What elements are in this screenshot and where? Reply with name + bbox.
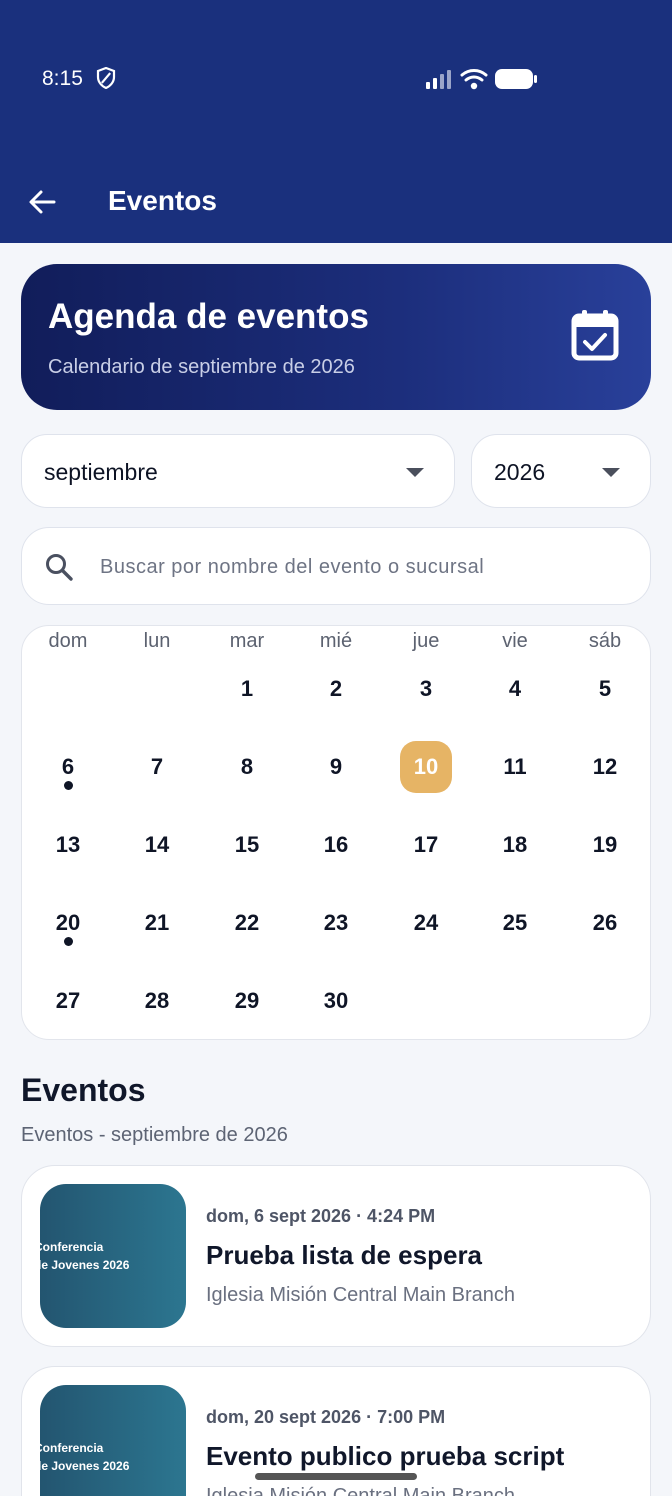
weekday-header: sáb <box>588 630 622 652</box>
calendar-day[interactable]: 2 <box>310 663 362 715</box>
banner-title: Agenda de eventos <box>48 297 369 336</box>
battery-icon <box>495 69 537 89</box>
weekday-header: lun <box>143 630 171 652</box>
event-card[interactable]: Conferencia de Jovenes 2026 dom, 6 sept … <box>21 1165 651 1347</box>
calendar-day[interactable]: 11 <box>489 741 541 793</box>
calendar-day[interactable]: 28 <box>131 975 183 1027</box>
weekday-header: dom <box>48 630 88 652</box>
search-icon <box>46 554 73 581</box>
calendar-day[interactable]: 22 <box>221 897 273 949</box>
thumbnail-text-line: de Jovenes 2026 <box>40 1258 130 1272</box>
calendar-day[interactable]: 16 <box>310 819 362 871</box>
calendar-day[interactable]: 30 <box>310 975 362 1027</box>
home-indicator[interactable] <box>255 1473 417 1480</box>
events-agenda-banner: Agenda de eventos Calendario de septiemb… <box>21 264 651 410</box>
calendar-day[interactable]: 5 <box>579 663 631 715</box>
event-thumbnail: Conferencia de Jovenes 2026 <box>40 1385 186 1496</box>
thumbnail-text-line: de Jovenes 2026 <box>40 1459 130 1473</box>
month-select-value: septiembre <box>44 459 158 485</box>
event-thumbnail: Conferencia de Jovenes 2026 <box>40 1184 186 1328</box>
weekday-header: mar <box>229 630 265 652</box>
calendar-day[interactable]: 7 <box>131 741 183 793</box>
calendar-day[interactable]: 29 <box>221 975 273 1027</box>
thumbnail-text-line: Conferencia <box>40 1240 104 1254</box>
calendar-day[interactable]: 25 <box>489 897 541 949</box>
events-section-subtitle: Eventos - septiembre de 2026 <box>21 1124 288 1146</box>
calendar-day[interactable]: 4 <box>489 663 541 715</box>
wifi-icon <box>460 69 488 90</box>
event-place: Iglesia Misión Central Main Branch <box>206 1485 516 1496</box>
calendar-day[interactable]: 17 <box>400 819 452 871</box>
search-input[interactable] <box>100 548 620 586</box>
signal-icon <box>426 70 451 89</box>
calendar-day[interactable]: 18 <box>489 819 541 871</box>
events-section-title: Eventos <box>21 1072 146 1108</box>
calendar-day[interactable]: 26 <box>579 897 631 949</box>
event-place: Iglesia Misión Central Main Branch <box>206 1284 516 1306</box>
calendar-day[interactable]: 15 <box>221 819 273 871</box>
dropdown-arrow-icon <box>602 468 620 477</box>
weekday-header: mié <box>319 630 353 652</box>
thumbnail-text-line: Conferencia <box>40 1441 104 1455</box>
calendar-day[interactable]: 9 <box>310 741 362 793</box>
app-bar: 8:15 Eventos <box>0 0 672 243</box>
calendar-day[interactable]: 3 <box>400 663 452 715</box>
event-title: Evento publico prueba script <box>206 1441 565 1471</box>
month-calendar: dom lun mar mié jue vie sáb 1 2 3 4 5 6 7 8 9 10 11 12 13 14… <box>21 625 651 1040</box>
event-title: Prueba lista de espera <box>206 1240 483 1270</box>
calendar-day[interactable]: 27 <box>42 975 94 1027</box>
calendar-day[interactable]: 14 <box>131 819 183 871</box>
banner-subtitle: Calendario de septiembre de 2026 <box>48 356 355 378</box>
calendar-day[interactable]: 19 <box>579 819 631 871</box>
calendar-day-selected[interactable]: 10 <box>400 741 452 793</box>
calendar-day[interactable]: 8 <box>221 741 273 793</box>
calendar-day[interactable]: 1 <box>221 663 273 715</box>
year-select[interactable]: 2026 <box>471 434 651 508</box>
shield-icon <box>96 67 116 89</box>
event-date: dom, 20 sept 2026 · 7:00 PM <box>206 1407 446 1427</box>
calendar-day[interactable]: 21 <box>131 897 183 949</box>
back-button[interactable] <box>22 182 62 222</box>
year-select-value: 2026 <box>494 459 546 485</box>
weekday-header: vie <box>502 630 528 652</box>
event-indicator-dot <box>64 937 73 946</box>
weekday-header: jue <box>412 630 440 652</box>
calendar-day[interactable]: 12 <box>579 741 631 793</box>
month-select[interactable]: septiembre <box>21 434 455 508</box>
search-bar[interactable] <box>21 527 651 605</box>
page-title: Eventos <box>108 185 217 216</box>
calendar-day[interactable]: 13 <box>42 819 94 871</box>
calendar-day[interactable]: 24 <box>400 897 452 949</box>
back-arrow-icon <box>29 190 56 214</box>
calendar-check-icon <box>571 310 619 361</box>
status-time: 8:15 <box>42 67 83 90</box>
calendar-day[interactable]: 23 <box>310 897 362 949</box>
dropdown-arrow-icon <box>406 468 424 477</box>
event-date: dom, 6 sept 2026 · 4:24 PM <box>206 1206 436 1226</box>
event-indicator-dot <box>64 781 73 790</box>
